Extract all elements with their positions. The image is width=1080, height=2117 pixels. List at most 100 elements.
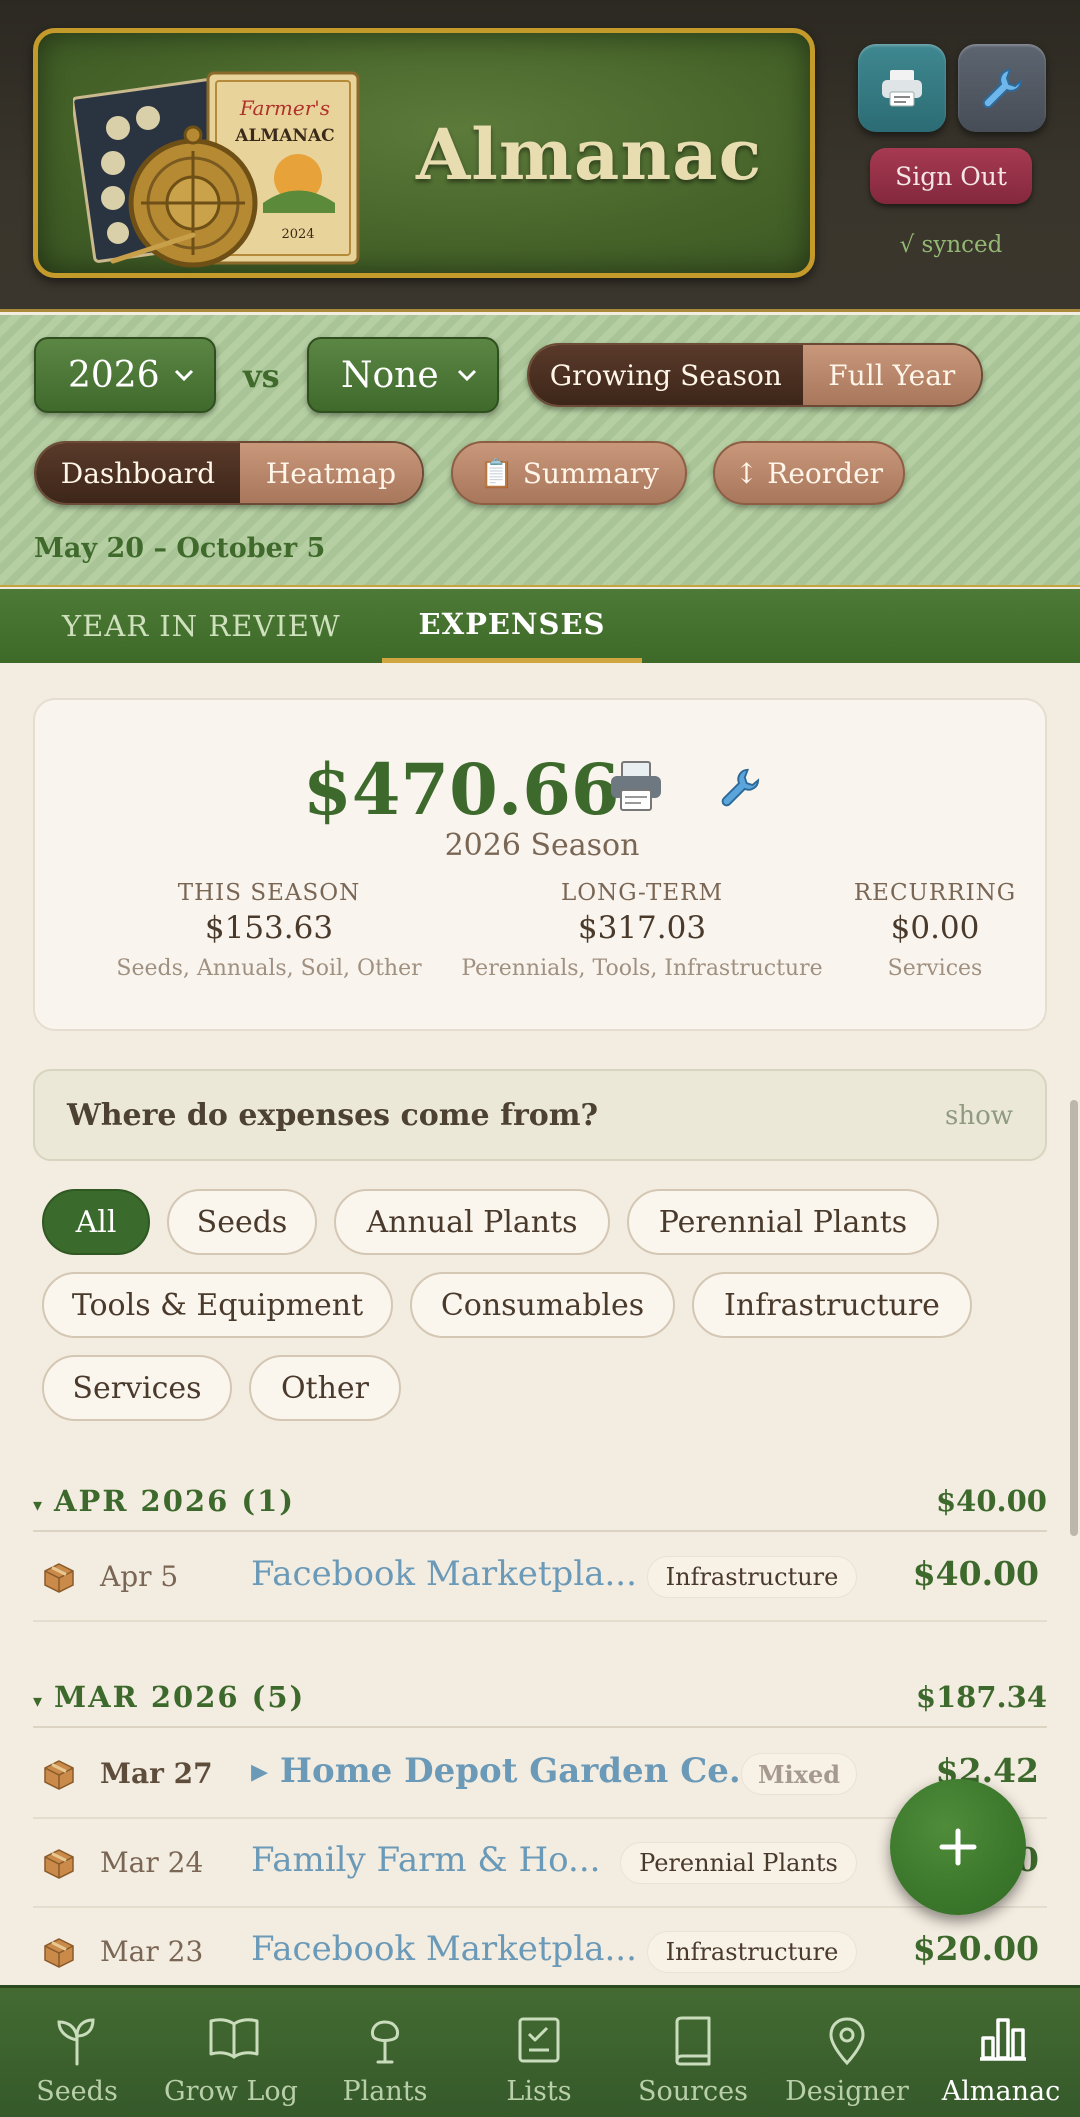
filter-chip-seeds[interactable]: Seeds <box>167 1189 317 1255</box>
filter-chip-services[interactable]: Services <box>42 1355 232 1421</box>
printer-icon[interactable] <box>609 760 663 812</box>
filter-chip-perennial-plants[interactable]: Perennial Plants <box>627 1189 939 1255</box>
package-icon <box>44 1563 74 1593</box>
month-label: ▾ APR 2026 (1) <box>33 1484 295 1518</box>
month-total: $40.00 <box>936 1484 1047 1518</box>
expense-vendor-link[interactable]: Facebook Marketpla... <box>251 1554 637 1594</box>
nav-item-plants[interactable]: Plants <box>308 1988 462 2117</box>
bar-chart-icon <box>980 2018 1026 2061</box>
bottom-nav: Seeds Grow Log Plants Lists Sources Desi… <box>0 1985 1080 2117</box>
chevron-down-icon <box>457 369 477 382</box>
year-select-value: 2026 <box>68 354 160 396</box>
stat-subtext: Perennials, Tools, Infrastructure <box>461 956 823 981</box>
show-link[interactable]: show <box>945 1101 1013 1131</box>
year-select[interactable]: 2026 <box>34 337 216 413</box>
month-total: $187.34 <box>915 1680 1047 1714</box>
book-icon <box>675 2016 711 2066</box>
heatmap-option[interactable]: Heatmap <box>239 443 422 503</box>
season-label: 2026 Season <box>444 828 640 863</box>
filter-controls: 2026 vs None Growing Season Full Year Da… <box>0 315 1080 587</box>
expense-vendor-link[interactable]: Family Farm & Ho... <box>251 1840 600 1880</box>
expense-vendor-link[interactable]: Facebook Marketpla... <box>251 1929 637 1969</box>
growing-season-option[interactable]: Growing Season <box>529 345 803 405</box>
nav-item-sources[interactable]: Sources <box>616 1988 770 2117</box>
filter-chip-infrastructure[interactable]: Infrastructure <box>692 1272 972 1338</box>
month-label: ▾ MAR 2026 (5) <box>33 1680 306 1714</box>
compare-year-select[interactable]: None <box>307 337 499 413</box>
stat-subtext: Seeds, Annuals, Soil, Other <box>116 956 422 981</box>
settings-button[interactable] <box>958 44 1046 132</box>
map-pin-icon <box>829 2017 865 2066</box>
app-title: Almanac <box>416 113 763 196</box>
svg-text:ALMANAC: ALMANAC <box>234 126 334 146</box>
month-header-mar-2026[interactable]: ▾ MAR 2026 (5) $187.34 <box>33 1668 1047 1728</box>
stat-recurring: RECURRING $0.00 Services <box>815 880 1055 981</box>
month-header-apr-2026[interactable]: ▾ APR 2026 (1) $40.00 <box>33 1472 1047 1532</box>
tab-year-in-review[interactable]: YEAR IN REVIEW <box>62 589 341 663</box>
nav-label: Sources <box>637 2076 748 2107</box>
filter-chip-annual-plants[interactable]: Annual Plants <box>334 1189 610 1255</box>
stat-value: $0.00 <box>890 910 980 946</box>
stat-value: $317.03 <box>577 910 707 946</box>
app-header: Farmer's ALMANAC 2024 Almanac Sign Out √… <box>0 0 1080 312</box>
brand-panel: Farmer's ALMANAC 2024 Almanac <box>33 28 815 278</box>
compare-select-value: None <box>341 354 439 396</box>
expense-breakdown-toggle[interactable]: Where do expenses come from? show <box>33 1069 1047 1161</box>
expense-date: Mar 24 <box>100 1846 204 1879</box>
expense-row[interactable]: Mar 27 ▸ Home Depot Garden Ce... Mixed $… <box>33 1731 1047 1819</box>
nav-label: Grow Log <box>164 2076 298 2107</box>
stat-value: $153.63 <box>204 910 334 946</box>
almanac-logo-icon: Farmer's ALMANAC 2024 <box>73 71 360 268</box>
stat-heading: RECURRING <box>853 880 1017 906</box>
plant-icon <box>371 2020 399 2064</box>
svg-text:2024: 2024 <box>281 227 314 242</box>
expense-row[interactable]: Apr 5 Facebook Marketpla... Infrastructu… <box>33 1534 1047 1622</box>
nav-label: Seeds <box>36 2076 118 2107</box>
expense-amount: $40.00 <box>912 1554 1039 1593</box>
expense-summary-card: $470.66 2026 Season THIS SEASON $153.63 … <box>33 698 1047 1031</box>
wrench-icon[interactable] <box>719 766 761 808</box>
stat-heading: THIS SEASON <box>177 880 361 906</box>
package-icon <box>44 1938 74 1968</box>
nav-item-seeds[interactable]: Seeds <box>0 1988 154 2117</box>
nav-item-almanac[interactable]: Almanac <box>924 1988 1078 2117</box>
date-range: May 20 – October 5 <box>34 533 326 564</box>
tab-expenses[interactable]: EXPENSES <box>382 589 642 663</box>
nav-item-grow-log[interactable]: Grow Log <box>154 1988 308 2117</box>
filter-chip-consumables[interactable]: Consumables <box>410 1272 675 1338</box>
nav-label: Almanac <box>941 2076 1061 2107</box>
filter-chip-tools-equipment[interactable]: Tools & Equipment <box>42 1272 393 1338</box>
sign-out-button[interactable]: Sign Out <box>870 148 1032 204</box>
nav-label: Plants <box>342 2076 428 2107</box>
plus-icon <box>939 1828 977 1866</box>
package-icon <box>44 1760 74 1790</box>
caret-down-icon: ▾ <box>33 1691 45 1712</box>
dashboard-option[interactable]: Dashboard <box>36 443 240 503</box>
sync-status: √ synced <box>899 232 1003 258</box>
printer-icon <box>882 70 922 107</box>
stat-heading: LONG-TERM <box>560 880 723 906</box>
expense-row[interactable]: Mar 23 Facebook Marketpla... Infrastruct… <box>33 1909 1047 1997</box>
filter-chip-other[interactable]: Other <box>249 1355 401 1421</box>
expense-date: Mar 27 <box>100 1757 213 1790</box>
add-expense-button[interactable] <box>890 1779 1026 1915</box>
section-tabs: YEAR IN REVIEW EXPENSES <box>0 589 1080 663</box>
package-icon <box>44 1849 74 1879</box>
expense-vendor-link[interactable]: ▸ Home Depot Garden Ce... <box>251 1751 764 1791</box>
total-amount: $470.66 <box>303 748 620 831</box>
season-toggle: Growing Season Full Year <box>527 343 983 407</box>
filter-chip-all[interactable]: All <box>42 1189 150 1255</box>
book-open-icon <box>209 2018 259 2059</box>
scrollbar[interactable] <box>1070 1100 1078 1536</box>
nav-label: Designer <box>785 2076 909 2107</box>
print-button[interactable] <box>858 44 946 132</box>
caret-down-icon: ▾ <box>33 1495 45 1516</box>
checklist-icon <box>518 2017 560 2063</box>
view-toggle: Dashboard Heatmap <box>34 441 424 505</box>
nav-item-lists[interactable]: Lists <box>462 1988 616 2117</box>
svg-text:Farmer's: Farmer's <box>239 96 330 120</box>
reorder-button[interactable]: ↕ Reorder <box>713 441 905 505</box>
nav-item-designer[interactable]: Designer <box>770 1988 924 2117</box>
full-year-option[interactable]: Full Year <box>802 345 981 405</box>
summary-button[interactable]: 📋 Summary <box>451 441 687 505</box>
